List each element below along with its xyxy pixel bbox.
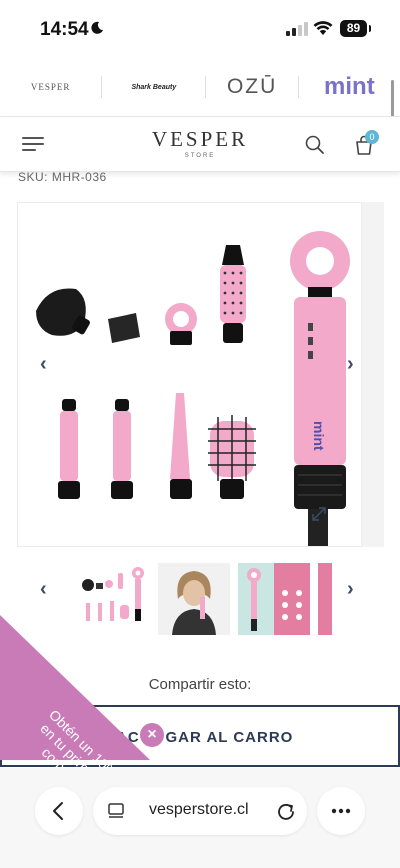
curling-barrel-2 [111,399,133,499]
curling-barrel-1 [58,399,80,499]
hair-dryer-device: mint [290,231,350,546]
brand-ozu[interactable]: OZŪ [206,66,297,108]
product-sku: SKU: MHR-036 [18,170,107,184]
thumb-prev-button[interactable]: ‹ [40,579,47,599]
round-brush-attachment [208,415,256,499]
back-button[interactable] [35,787,83,835]
reader-icon[interactable] [107,801,127,821]
prev-image-button[interactable]: ‹ [40,354,47,374]
more-icon [331,808,351,814]
cone-brush-attachment [220,245,246,343]
chevron-left-icon [53,802,63,820]
battery-indicator: 89 [340,20,371,37]
address-bar[interactable]: vesperstore.cl [93,787,307,835]
cone-curler [170,393,192,499]
thumbnail-product-set[interactable] [78,563,150,635]
product-main-image[interactable]: mint [17,202,362,547]
browser-toolbar: vesperstore.cl [0,768,400,868]
ring-attachment [165,303,197,345]
next-image-button[interactable]: › [347,354,354,374]
logo-subtext: STORE [184,153,216,159]
more-button[interactable] [317,787,365,835]
menu-icon-line [22,149,36,151]
brand-vesper[interactable]: VESPER [0,66,101,108]
next-image-peek [362,202,384,547]
thumbnail-model-photo[interactable] [158,563,230,635]
scrollbar[interactable] [391,80,394,120]
thumbnail-strip: ‹ › [0,563,400,635]
thumb-next-button[interactable]: › [347,579,354,599]
menu-icon-line [22,143,44,145]
diffuser-attachment [36,288,90,336]
thumbnail-infographic[interactable] [318,563,332,635]
close-promo-button[interactable]: × [140,723,164,747]
menu-icon-line [22,137,44,139]
concentrator-attachment [108,313,140,343]
brand-shark-beauty[interactable]: Shark Beauty [102,66,205,108]
product-photo: mint [36,231,350,546]
site-header: VESPER STORE [0,116,400,172]
signal-icon [286,22,308,36]
menu-button[interactable] [22,136,44,152]
logo-text: VESPER [151,127,249,151]
brand-strip: VESPER Shark Beauty OZŪ mint [0,66,400,108]
status-bar: 14:54 89 [0,0,400,60]
moon-icon [91,21,103,34]
wifi-icon [313,21,333,35]
status-time: 14:54 [40,19,89,40]
url-text: vesperstore.cl [149,801,249,818]
cart-count-badge: 0 [365,130,379,144]
device-brand-text: mint [311,421,327,451]
search-icon[interactable] [304,134,326,156]
brand-mint[interactable]: mint [299,66,400,108]
expand-icon[interactable] [310,505,328,523]
thumbnail-device-teal[interactable] [238,563,310,635]
site-logo[interactable]: VESPER STORE [150,127,250,159]
reload-icon[interactable] [275,800,297,822]
